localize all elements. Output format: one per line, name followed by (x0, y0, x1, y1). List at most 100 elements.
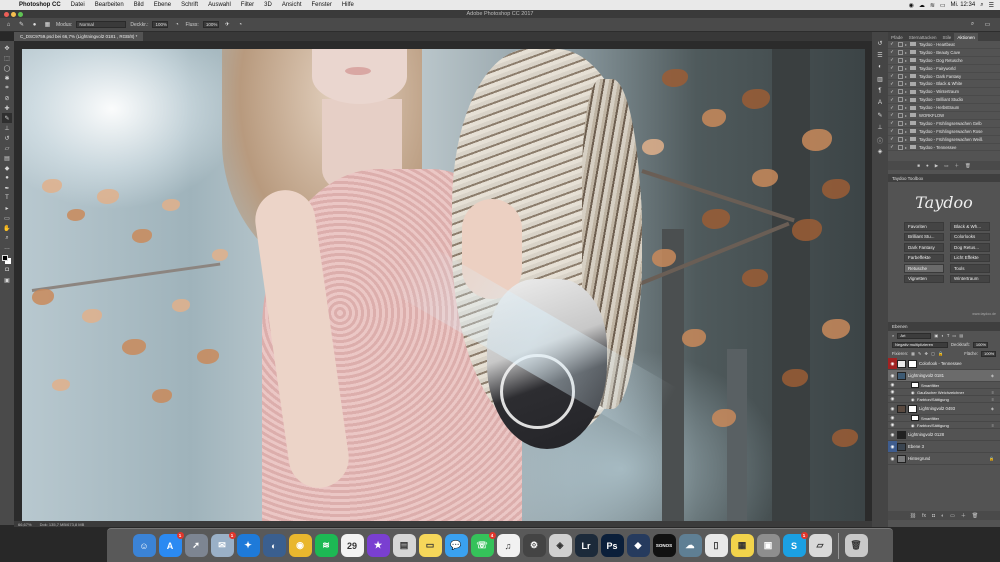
history-brush-tool-icon[interactable]: ↺ (2, 133, 12, 143)
menu-bearbeiten[interactable]: Bearbeiten (90, 2, 129, 8)
lightroom-icon[interactable]: Lr (574, 534, 598, 557)
layer-row[interactable]: ◉ Lightningvol2 0493 ◈ (888, 403, 1000, 415)
color-swatches[interactable] (2, 255, 12, 265)
visibility-eye-icon[interactable]: ◉ (888, 432, 897, 438)
canvas-area[interactable] (14, 41, 888, 525)
menu-datei[interactable]: Datei (66, 2, 90, 8)
dodge-tool-icon[interactable]: ● (2, 173, 12, 183)
app-store-icon[interactable]: A1 (158, 532, 184, 557)
action-set-row[interactable]: ✓ ▸ Taydoo - Heartbeat (888, 41, 1000, 49)
menu-schrift[interactable]: Schrift (176, 2, 203, 8)
imovie-star-icon[interactable]: ★ (366, 534, 390, 557)
layer-mask-thumbnail[interactable] (908, 404, 917, 413)
toolbox-button[interactable]: Dog Retus... (950, 243, 990, 252)
skype-icon[interactable]: S1 (782, 532, 808, 557)
photoshop-icon[interactable]: Ps (600, 534, 624, 557)
lock-paint-icon[interactable]: ✎ (918, 351, 922, 356)
brush-preset-icon[interactable]: ● (30, 20, 39, 29)
check-icon[interactable]: ✓ (888, 57, 896, 63)
action-set-row[interactable]: ✓ ▸ Taydoo - Tennessee (888, 144, 1000, 152)
menu-ansicht[interactable]: Ansicht (277, 2, 307, 8)
smart-filter-row[interactable]: ◉ ◉ Gaußscher Weichzeichner ≡ (888, 389, 1000, 396)
toolbox-button[interactable]: Wintertraum (950, 274, 990, 283)
spotlight-icon[interactable]: ⌕ (980, 2, 983, 9)
toolbox-button[interactable]: Black & Wh... (950, 222, 990, 231)
filter-adjust-icon[interactable]: ◐ (941, 333, 944, 338)
smart-filter-row[interactable]: ◉ ◉ Farbton/Sättigung ≡ (888, 396, 1000, 403)
battery-icon[interactable]: ▭ (940, 2, 946, 9)
toolbox-button[interactable]: Farbeffekte (904, 253, 944, 262)
calendar-icon[interactable]: 29 (340, 534, 364, 557)
wifi-icon[interactable]: ≋ (930, 2, 935, 9)
info-panel-icon[interactable]: ⓘ (876, 136, 885, 145)
visibility-eye-icon[interactable]: ◉ (888, 358, 897, 369)
dialog-toggle-icon[interactable] (898, 136, 903, 142)
visibility-eye-icon[interactable]: ◉ (888, 456, 897, 462)
mail-postage-icon[interactable]: ✉ 1 (210, 532, 236, 557)
layer-thumbnail[interactable] (897, 404, 906, 413)
dialog-toggle-icon[interactable] (898, 57, 903, 63)
sonos-icon[interactable]: SONOS (652, 534, 676, 557)
check-icon[interactable]: ✓ (888, 128, 896, 134)
lock-all-icon[interactable]: 🔒 (938, 351, 943, 357)
libraries-panel-icon[interactable]: ▥ (876, 76, 885, 85)
path-select-tool-icon[interactable]: ▸ (2, 203, 12, 213)
preview-icon[interactable]: ▤ (392, 534, 416, 557)
new-action-icon[interactable]: ＋ (954, 163, 959, 169)
notification-center-icon[interactable]: ☰ (989, 2, 994, 9)
layer-row[interactable]: ◉ Hintergrund 🔒 (888, 453, 1000, 465)
visibility-eye-icon[interactable]: ◉ (888, 373, 897, 379)
hand-tool-icon[interactable]: ✋ (2, 223, 12, 233)
delete-layer-icon[interactable]: 🗑 (972, 513, 978, 519)
toolbox-button[interactable]: Brilliant Stu... (904, 232, 944, 241)
record-icon[interactable]: ● (926, 163, 929, 168)
character-panel-icon[interactable]: A (876, 100, 885, 109)
action-set-row[interactable]: ✓ ▸ Taydoo - Dog Retusche (888, 57, 1000, 65)
visibility-eye-icon[interactable]: ◉ (888, 422, 897, 428)
action-set-row[interactable]: ✓ ▸ Taydoo - Frühlingserwachen Weiß (888, 136, 1000, 144)
check-icon[interactable]: ✓ (888, 73, 896, 79)
filter-pixel-icon[interactable]: ▣ (934, 333, 938, 338)
action-set-row[interactable]: ✓ ▸ Taydoo - Brilliant Studio (888, 96, 1000, 105)
tab-stile[interactable]: Stile (940, 33, 955, 41)
layer-row[interactable]: ◉ Lightningvol2 0128 (888, 429, 1000, 441)
toolbox-button[interactable]: Favoriten (904, 222, 944, 231)
action-set-row[interactable]: ✓ ▸ Taydoo - Dark Fantasy (888, 73, 1000, 81)
stop-icon[interactable]: ■ (917, 163, 920, 168)
layer-filter-select[interactable]: Art (897, 332, 932, 339)
check-icon[interactable]: ✓ (888, 81, 896, 87)
menu-hilfe[interactable]: Hilfe (337, 2, 359, 8)
filter-mask-thumbnail[interactable] (911, 415, 919, 421)
visibility-eye-icon[interactable]: ◉ (888, 415, 897, 421)
cloud-icon[interactable]: ☁ (678, 534, 702, 557)
plugin-icon[interactable]: ◆ (626, 534, 650, 557)
finder-icon[interactable]: ☺ (132, 534, 156, 557)
brush-tool-icon-active[interactable]: ✎ (2, 113, 12, 123)
action-set-row[interactable]: ✓ ▸ Taydoo - Herbsttraum (888, 104, 1000, 113)
foreground-color-swatch[interactable] (2, 255, 8, 261)
crop-tool-icon[interactable]: ⌗ (2, 83, 12, 93)
new-layer-icon[interactable]: ＋ (961, 512, 966, 519)
tab-pfade[interactable]: Pfade (888, 33, 906, 41)
document-tab[interactable]: C_DSC9759.psd bei 66,7% (Lightningvol2 0… (14, 32, 144, 41)
layer-thumbnail[interactable] (897, 371, 906, 380)
app-icon[interactable]: ▣ (756, 534, 780, 557)
smart-filter-row[interactable]: ◉ Smartfilter (888, 415, 1000, 422)
play-icon[interactable]: ▶ (935, 163, 938, 169)
type-tool-icon[interactable]: T (2, 193, 12, 203)
eraser-tool-icon[interactable]: ▱ (2, 143, 12, 153)
blend-mode-select[interactable]: Negativ multiplizieren (892, 341, 948, 348)
close-window-button[interactable] (4, 12, 9, 17)
tab-aktionen[interactable]: Aktionen (954, 33, 978, 41)
action-set-row[interactable]: ✓ ▸ Taydoo - Frühlingserwachen Rose (888, 128, 1000, 136)
menu-ebene[interactable]: Ebene (149, 2, 176, 8)
document-canvas[interactable] (22, 49, 865, 523)
layer-fill-input[interactable]: 100% (981, 350, 996, 357)
toolbox-url[interactable]: www.taydoo.de (972, 312, 996, 316)
layer-mask-thumbnail[interactable] (908, 359, 917, 368)
check-icon[interactable]: ✓ (888, 97, 896, 103)
visibility-eye-icon[interactable]: ◉ (888, 382, 897, 388)
flow-input[interactable]: 100% (202, 21, 219, 28)
action-set-row[interactable]: ✓ ▸ Taydoo - Fairyworld (888, 65, 1000, 73)
pressure-opacity-icon[interactable]: ◔ (172, 20, 181, 29)
